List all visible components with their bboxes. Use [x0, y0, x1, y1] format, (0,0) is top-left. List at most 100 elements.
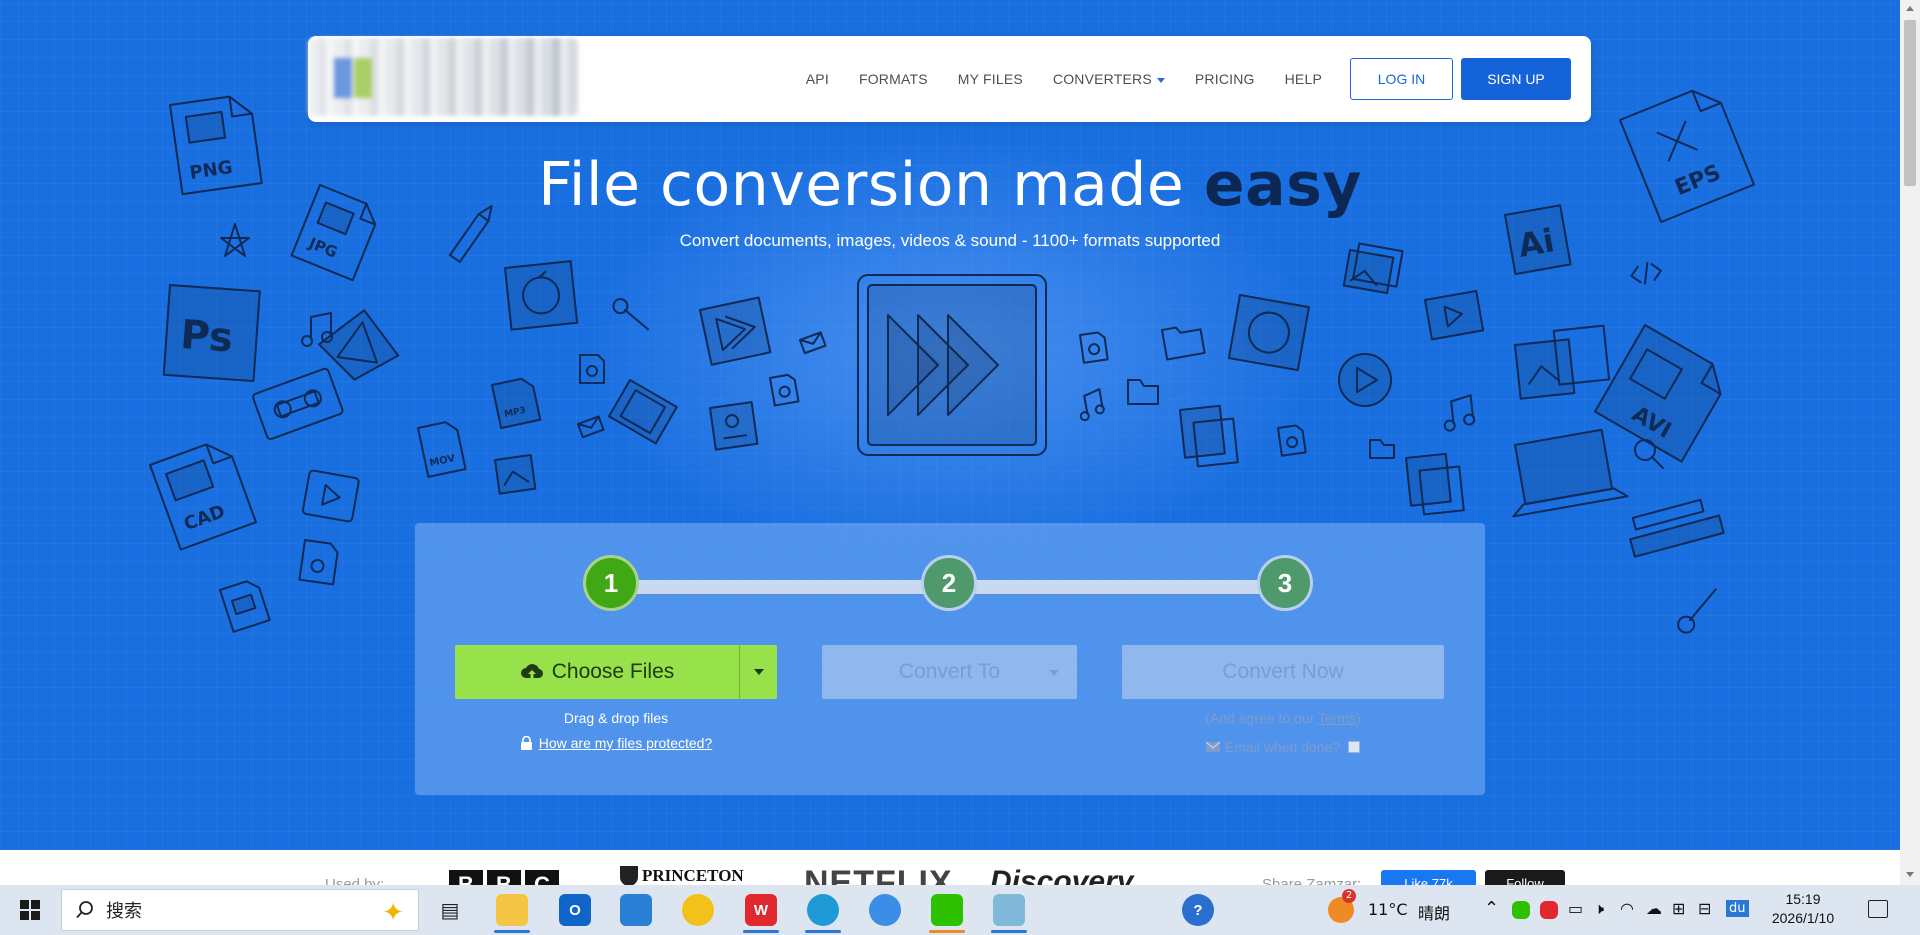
- hero-subtitle: Convert documents, images, videos & soun…: [679, 231, 1221, 250]
- ime-icon[interactable]: ⊞: [1672, 899, 1685, 918]
- image-file-icon: [494, 453, 537, 495]
- windows-start-icon[interactable]: [20, 900, 40, 920]
- nav-links: API FORMATS MY FILES CONVERTERS PRICING …: [776, 36, 1571, 122]
- signup-button[interactable]: SIGN UP: [1461, 58, 1571, 100]
- notification-icon[interactable]: [1868, 900, 1888, 918]
- step-3: 3: [1257, 555, 1313, 611]
- cassette-icon: [252, 367, 344, 440]
- lock-icon: [520, 736, 532, 750]
- files-protected-row: How are my files protected?: [455, 735, 777, 751]
- baidu-tray-icon[interactable]: du: [1726, 900, 1749, 917]
- active-indicator: [743, 930, 779, 933]
- step-2: 2: [921, 555, 977, 611]
- files-protected-link[interactable]: How are my files protected?: [539, 735, 713, 751]
- login-button[interactable]: LOG IN: [1350, 58, 1453, 100]
- volume-muted-icon[interactable]: 🕨: [1594, 899, 1604, 919]
- ime-mode-icon[interactable]: ⊟: [1698, 899, 1711, 918]
- browser-viewport: PNG JPG Ps CAD MOV MP3 EPS Ai AVI API FO…: [0, 0, 1920, 885]
- music-note-icon-3: [1443, 394, 1476, 432]
- email-when-done-checkbox[interactable]: [1348, 741, 1361, 753]
- weather-condition[interactable]: 晴朗: [1418, 900, 1450, 924]
- photos-icon: [1514, 324, 1611, 400]
- clock-time: 15:19: [1785, 891, 1821, 907]
- convert-to-dropdown[interactable]: Convert To: [822, 645, 1077, 699]
- scroll-down-arrow-icon[interactable]: [1906, 872, 1914, 877]
- x-follow-button[interactable]: Follow: [1485, 870, 1565, 885]
- nav-api[interactable]: API: [806, 71, 829, 87]
- edge-browser-icon[interactable]: [807, 894, 839, 926]
- search-app-icon[interactable]: [869, 894, 901, 926]
- mov-file-icon: MOV: [417, 421, 467, 478]
- agree-suffix: ): [1356, 710, 1361, 726]
- svg-text:Ps: Ps: [179, 312, 235, 362]
- play-circle-icon: [1338, 353, 1392, 407]
- svg-text:CAD: CAD: [181, 501, 228, 535]
- facebook-like-button[interactable]: Like 77k: [1381, 870, 1476, 885]
- chevron-up-icon[interactable]: ⌃: [1484, 898, 1499, 919]
- contact-file-icon: [709, 401, 759, 451]
- agree-prefix: (And agree to our: [1205, 710, 1318, 726]
- avi-file-icon: AVI: [1594, 324, 1722, 463]
- photoshop-icon: Ps: [162, 284, 261, 383]
- nav-converters-label: CONVERTERS: [1052, 71, 1152, 87]
- shield-icon: [620, 866, 638, 885]
- hero-title-main: File conversion made: [538, 150, 1185, 220]
- active-indicator: [494, 930, 530, 933]
- file-explorer-icon[interactable]: [496, 894, 528, 926]
- nav-formats[interactable]: FORMATS: [859, 71, 928, 87]
- nav-pricing[interactable]: PRICING: [1195, 71, 1255, 87]
- clock-date: 2026/1/10: [1771, 910, 1835, 926]
- clipboard-icon: [1179, 404, 1239, 468]
- help-icon[interactable]: ?: [1182, 894, 1214, 926]
- choose-files-dropdown[interactable]: [740, 645, 777, 699]
- choose-files-button[interactable]: Choose Files: [455, 645, 739, 699]
- choose-files-label: Choose Files: [551, 660, 675, 683]
- wps-tray-icon[interactable]: [1540, 901, 1558, 919]
- task-view-icon[interactable]: ▤: [434, 894, 466, 926]
- microsoft-store-icon[interactable]: [620, 894, 652, 926]
- svg-text:MOV: MOV: [429, 453, 457, 469]
- cloud-upload-icon: [520, 664, 543, 680]
- wps-icon[interactable]: W: [745, 894, 777, 926]
- scroll-up-arrow-icon[interactable]: [1906, 6, 1914, 11]
- bbc-letter: B: [449, 870, 483, 885]
- convert-to-label: Convert To: [898, 660, 1001, 683]
- convert-now-button[interactable]: Convert Now: [1122, 645, 1444, 699]
- temperature[interactable]: 11°C: [1368, 900, 1408, 919]
- discovery-logo: Discovery: [990, 865, 1134, 885]
- layers-icon: [699, 296, 772, 366]
- search-placeholder: 搜索: [106, 901, 142, 922]
- wechat-icon[interactable]: [931, 894, 963, 926]
- video-file-icon: [1424, 289, 1485, 341]
- music-note-icon-2: [1079, 388, 1105, 422]
- nav-my-files[interactable]: MY FILES: [958, 71, 1023, 87]
- wifi-icon[interactable]: ◠: [1620, 899, 1634, 918]
- refresh-icon: [504, 260, 579, 331]
- bbc-letter: B: [487, 870, 521, 885]
- taskbar-search-box[interactable]: 搜索 ✦: [61, 889, 419, 931]
- converter-panel: 1 2 3 Choose Files Convert To Convert No: [415, 523, 1485, 795]
- scroll-thumb[interactable]: [1904, 20, 1916, 186]
- system-clock[interactable]: 15:19 2026/1/10: [1768, 890, 1838, 928]
- site-logo[interactable]: [308, 38, 578, 116]
- terms-agreement: (And agree to our Terms): [1122, 710, 1444, 726]
- cloud-icon[interactable]: ☁: [1646, 899, 1662, 918]
- page-scrollbar[interactable]: [1900, 0, 1920, 885]
- ruler-pencil-icon: [1629, 498, 1725, 558]
- notes-app-icon[interactable]: [993, 894, 1025, 926]
- active-indicator: [929, 930, 965, 933]
- search-icon: [76, 901, 93, 919]
- file-small-icon: [219, 580, 271, 633]
- weather-badge: 2: [1342, 889, 1356, 903]
- wechat-tray-icon[interactable]: [1512, 901, 1530, 919]
- nav-converters[interactable]: CONVERTERS: [1053, 71, 1165, 87]
- nav-help[interactable]: HELP: [1285, 71, 1322, 87]
- outlook-icon[interactable]: O: [559, 894, 591, 926]
- folder-icon-2: [1127, 379, 1159, 405]
- key-file-icon: [298, 539, 339, 586]
- active-indicator: [805, 930, 841, 933]
- qq-music-icon[interactable]: [682, 894, 714, 926]
- step-1: 1: [583, 555, 639, 611]
- terms-link[interactable]: Terms: [1318, 710, 1356, 726]
- princeton-text: PRINCETON: [642, 866, 744, 885]
